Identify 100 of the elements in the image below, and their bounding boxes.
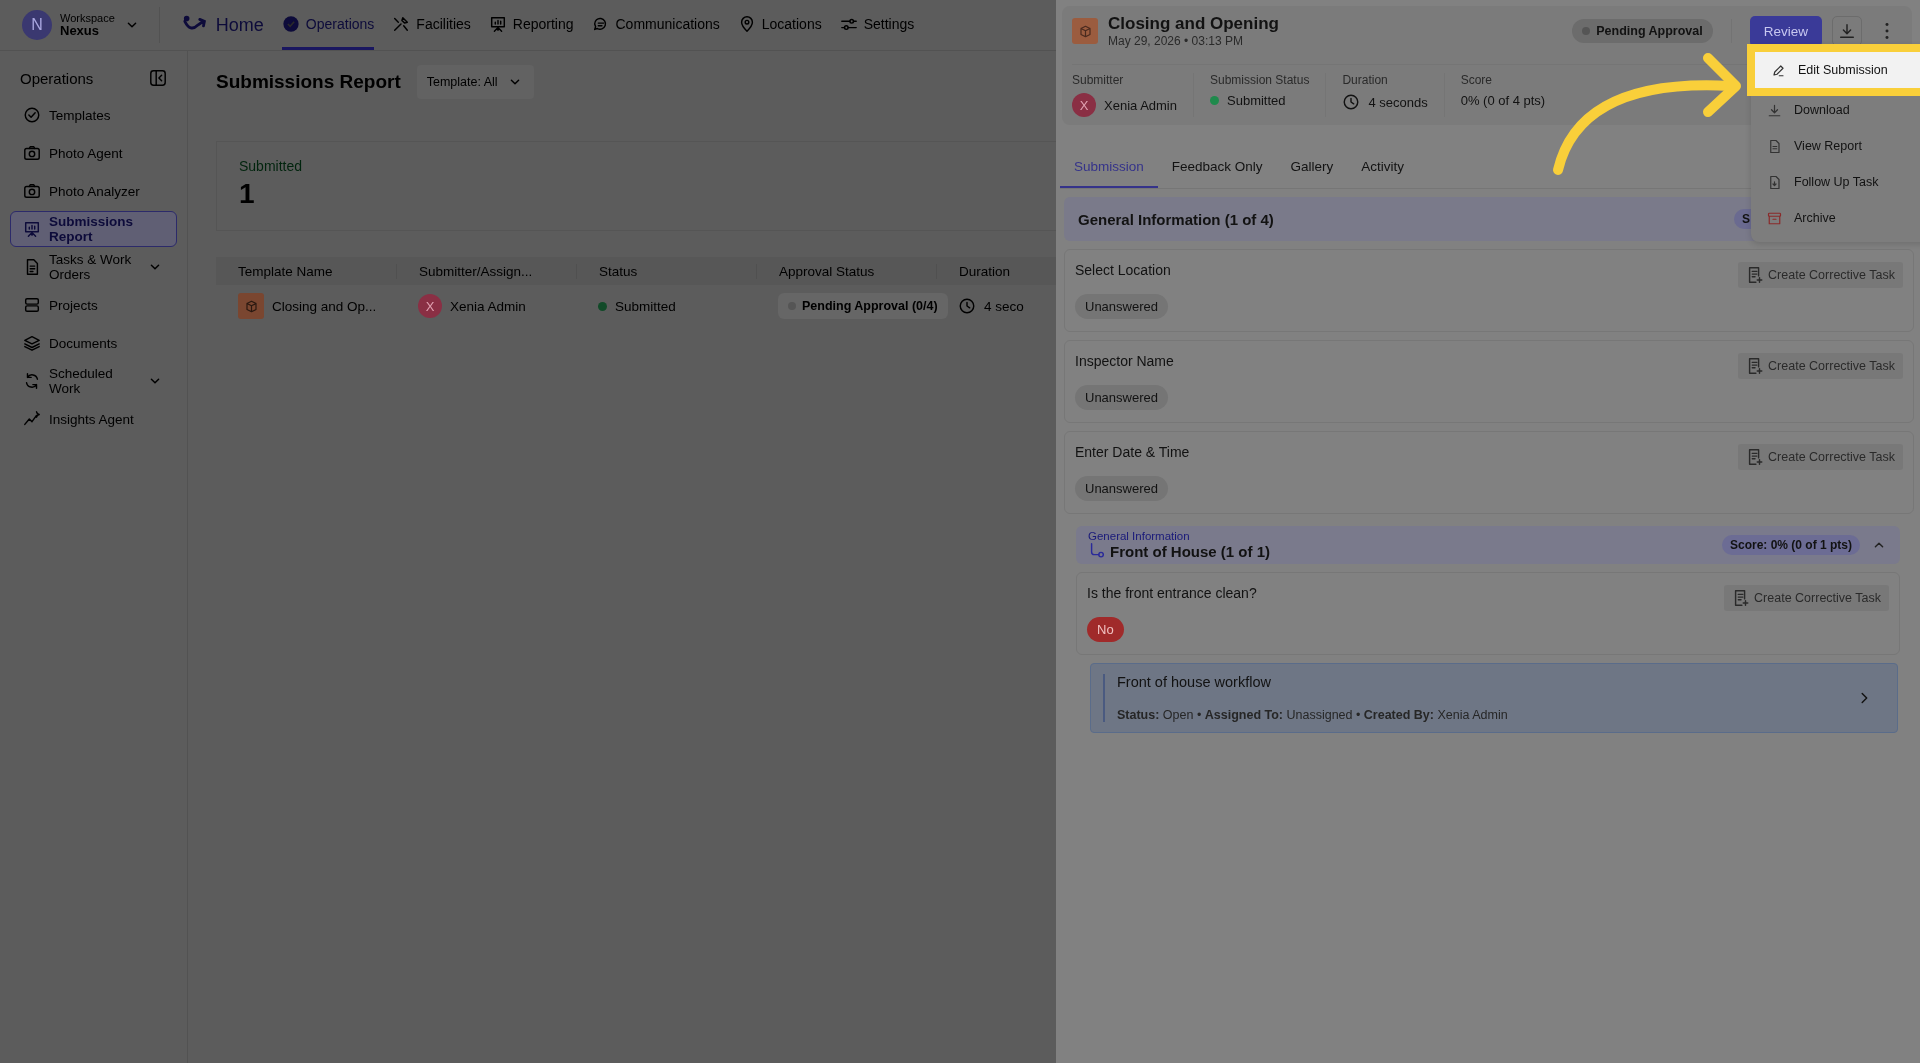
column-header: Template Name [237, 263, 334, 279]
review-button[interactable]: Review [1749, 15, 1822, 47]
home-link[interactable]: Home [181, 14, 264, 36]
question-label: Enter Date & Time [1075, 444, 1190, 460]
approval-status-badge: Pending Approval (0/4) [778, 293, 948, 319]
panel-collapse-icon [149, 69, 167, 87]
score-badge: Score: 0% (0 of 1 pts) [1721, 535, 1860, 555]
document-plus-icon [1746, 266, 1765, 284]
box-icon [243, 298, 259, 314]
collapse-sidebar-button[interactable] [149, 69, 167, 87]
column-header: Approval Status [756, 263, 936, 279]
answer-badge: Unanswered [1075, 385, 1168, 410]
clock-icon [958, 297, 976, 315]
document-plus-icon [1746, 357, 1765, 375]
create-corrective-task-button[interactable]: Create Corrective Task [1724, 585, 1889, 611]
answer-badge: Unanswered [1075, 476, 1168, 501]
board-icon [23, 220, 41, 238]
meta-value: 0% (0 of 4 pts) [1460, 93, 1546, 108]
question-label: Select Location [1075, 262, 1171, 278]
meta-value: 4 seconds [1368, 94, 1428, 110]
sidebar-item[interactable]: Insights Agent [10, 401, 177, 437]
submission-date: May 29, 2026 • 03:13 PM [1108, 34, 1244, 48]
clock-icon [1342, 93, 1361, 111]
sidebar-item[interactable]: Photo Analyzer [10, 173, 177, 209]
tab[interactable]: Activity [1347, 149, 1419, 188]
archive-icon [1767, 210, 1782, 226]
check-icon [23, 106, 41, 124]
user-avatar: X [1072, 93, 1096, 117]
menu-item[interactable]: Download [1751, 92, 1920, 128]
nav-tab[interactable]: Facilities [392, 0, 471, 50]
sidebar-item[interactable]: Submissions Report [10, 211, 177, 247]
sidebar-item[interactable]: Scheduled Work [10, 363, 177, 399]
table-cell: Xenia Admin [450, 298, 526, 314]
workspace-avatar: N [22, 10, 52, 40]
tools-icon [392, 14, 411, 33]
meta-value: Xenia Admin [1104, 97, 1177, 113]
table-cell: 4 seco [984, 298, 1024, 314]
subsection-title: Front of House (1 of 1) [1110, 542, 1270, 560]
sidebar-item[interactable]: Photo Agent [10, 135, 177, 171]
layers-icon [23, 334, 41, 352]
answer-badge: No [1087, 617, 1124, 642]
check-circle-icon [281, 14, 300, 33]
meta-label: Duration [1342, 73, 1389, 87]
tab[interactable]: Gallery [1276, 149, 1348, 188]
camera-icon [23, 144, 41, 162]
question-label: Inspector Name [1075, 353, 1174, 369]
template-filter-dropdown[interactable]: Template: All [416, 65, 534, 99]
sidebar-item[interactable]: Projects [10, 287, 177, 323]
status-dot [598, 301, 607, 311]
summary-count: 1 [239, 178, 256, 210]
trend-icon [23, 410, 41, 428]
create-corrective-task-button[interactable]: Create Corrective Task [1738, 262, 1903, 288]
table-cell: Closing and Op... [272, 298, 377, 314]
summary-label: Submitted [239, 158, 304, 174]
column-header: Status [576, 263, 756, 279]
user-avatar: X [418, 294, 442, 318]
nav-tab[interactable]: Locations [737, 0, 822, 50]
menu-item[interactable]: View Report [1751, 128, 1920, 164]
document-plus-icon [1746, 448, 1765, 466]
answer-badge: Unanswered [1075, 294, 1168, 319]
question-label: Is the front entrance clean? [1087, 585, 1257, 601]
download-icon [1767, 102, 1782, 118]
submission-title: Closing and Opening [1108, 14, 1280, 34]
more-icon [1885, 23, 1889, 39]
document-plus-icon [1732, 589, 1751, 607]
task-title: Front of house workflow [1117, 674, 1272, 690]
section-title: General Information (1 of 4) [1078, 210, 1274, 228]
parent-section-link[interactable]: General Information [1088, 530, 1712, 542]
workspace-switcher[interactable]: N Workspace Nexus [22, 7, 160, 43]
sidebar-title: Operations [20, 69, 94, 87]
task-card[interactable]: Front of house workflow Status: Open • Assigned To: Unassigned • Created By: Xenia Admin [1090, 663, 1898, 733]
tab[interactable]: Feedback Only [1157, 149, 1277, 188]
meta-value: Submitted [1227, 93, 1286, 108]
workspace-label: Workspace [60, 11, 115, 24]
board-icon [488, 14, 507, 33]
create-corrective-task-button[interactable]: Create Corrective Task [1738, 353, 1903, 379]
sidebar-item[interactable]: Documents [10, 325, 177, 361]
workspace-name: Nexus [60, 23, 100, 39]
document-download-icon [1767, 174, 1782, 190]
camera-icon [23, 182, 41, 200]
tab[interactable]: Submission [1060, 149, 1158, 188]
meta-label: Submission Status [1210, 73, 1310, 87]
menu-item[interactable]: Follow Up Task [1751, 164, 1920, 200]
nav-tab[interactable]: Operations [281, 0, 375, 50]
create-corrective-task-button[interactable]: Create Corrective Task [1738, 444, 1903, 470]
sidebar-item[interactable]: Tasks & Work Orders [10, 249, 177, 285]
box-icon [1077, 23, 1093, 39]
cycle-icon [23, 372, 41, 390]
task-details: Status: Open • Assigned To: Unassigned • Created By: Xenia Admin [1117, 708, 1509, 722]
nav-tab[interactable]: Reporting [488, 0, 574, 50]
nav-tab[interactable]: Settings [839, 0, 915, 50]
sidebar-item[interactable]: Templates [10, 97, 177, 133]
document-icon [1767, 138, 1782, 154]
page-title: Submissions Report [216, 71, 401, 93]
pencil-icon [1771, 62, 1786, 78]
meta-label: Submitter [1072, 73, 1125, 87]
stack-icon [23, 296, 41, 314]
approval-status-badge: Pending Approval [1572, 19, 1713, 43]
column-header: Submitter/Assign... [396, 263, 576, 279]
nav-tab[interactable]: Communications [591, 0, 720, 50]
